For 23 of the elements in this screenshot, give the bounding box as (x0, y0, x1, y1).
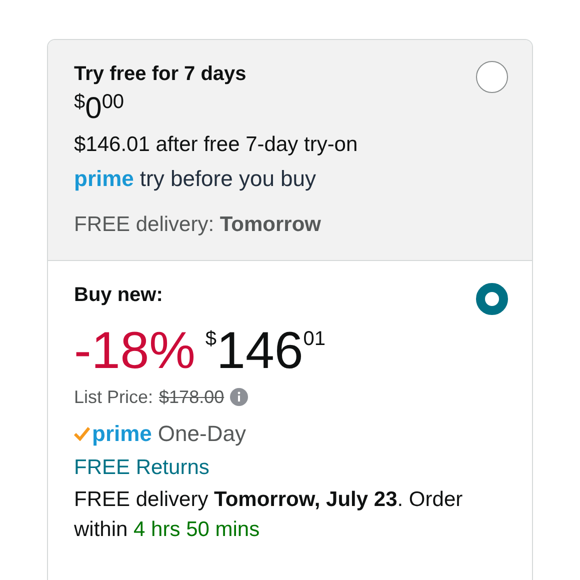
list-price: $178.00 (159, 386, 224, 409)
radio-button[interactable] (476, 61, 508, 93)
prime-text: try before you buy (140, 165, 316, 193)
price-fraction: 00 (102, 92, 124, 112)
check-icon (74, 427, 90, 441)
option-title: Try free for 7 days (74, 62, 246, 86)
list-price-label: List Price: (74, 386, 154, 409)
price-fraction: 01 (303, 327, 326, 349)
prime-logo: prime (92, 420, 152, 448)
discount-text: -18% (74, 325, 196, 377)
prime-text: One-Day (158, 420, 246, 448)
currency-symbol: $ (205, 327, 217, 349)
price-whole: 146 (216, 325, 304, 377)
info-icon[interactable] (230, 388, 248, 406)
radio-button[interactable] (476, 283, 508, 315)
after-trial-price: $146.01 after free 7-day try-on (74, 132, 359, 158)
prime-logo: prime (74, 165, 134, 193)
currency-symbol: $ (74, 92, 86, 112)
delivery-text: FREE delivery: Tomorrow (74, 212, 322, 238)
price-whole: 0 (85, 94, 102, 124)
returns-link[interactable]: FREE Returns (74, 451, 506, 485)
delivery-text: FREE delivery Tomorrow, July 23. Order within 4 hrs 50 mins (74, 487, 464, 543)
option-title: Buy new: (74, 283, 163, 307)
